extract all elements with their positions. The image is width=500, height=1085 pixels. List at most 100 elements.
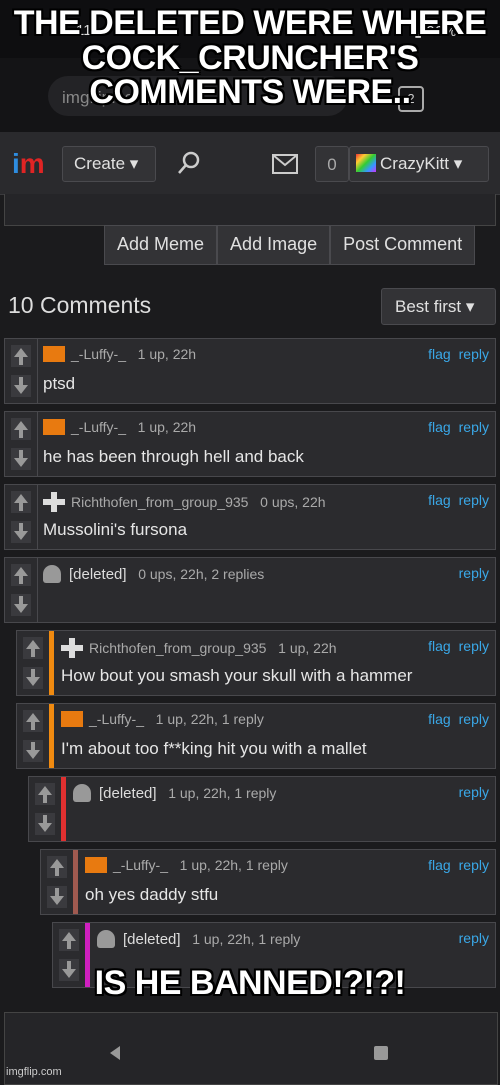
comment-links: flag reply bbox=[420, 711, 489, 727]
create-label: Create bbox=[74, 154, 126, 173]
downvote-icon[interactable] bbox=[11, 594, 31, 616]
comment-links: flag reply bbox=[420, 492, 489, 508]
add-image-button[interactable]: Add Image bbox=[217, 225, 331, 265]
comment-stats: 0 ups, 22h bbox=[260, 494, 326, 510]
comment-stats: 0 ups, 22h, 2 replies bbox=[138, 566, 265, 582]
comment-username[interactable]: _-Luffy-_ bbox=[89, 711, 144, 727]
comment-username: [deleted] bbox=[99, 785, 157, 802]
reply-link[interactable]: reply bbox=[459, 638, 489, 654]
comment-links: flag reply bbox=[420, 346, 489, 362]
vote-controls bbox=[17, 704, 50, 768]
flag-link[interactable]: flag bbox=[428, 419, 451, 435]
reply-link[interactable]: reply bbox=[459, 565, 489, 581]
comment-meta: [deleted] 0 ups, 22h, 2 replies bbox=[43, 565, 264, 583]
avatar[interactable] bbox=[43, 419, 65, 435]
avatar[interactable] bbox=[61, 711, 83, 727]
user-menu-button[interactable]: CrazyKitt ▾ bbox=[349, 146, 489, 182]
avatar[interactable] bbox=[43, 346, 65, 362]
comment-item: _-Luffy-_ 1 up, 22h, 1 reply flag reply I'm… bbox=[16, 703, 496, 769]
reply-link[interactable]: reply bbox=[459, 419, 489, 435]
comment-stats: 1 up, 22h bbox=[137, 419, 197, 435]
comment-text: I'm about too f**king hit you with a mal… bbox=[61, 739, 367, 758]
comment-meta: _-Luffy-_ 1 up, 22h bbox=[43, 419, 196, 435]
comment-text: oh yes daddy stfu bbox=[85, 885, 219, 904]
comment-links: reply bbox=[451, 930, 489, 946]
comment-actions: Add Meme Add Image Post Comment bbox=[104, 225, 496, 265]
reply-link[interactable]: reply bbox=[459, 711, 489, 727]
upvote-icon[interactable] bbox=[11, 418, 31, 440]
downvote-icon[interactable] bbox=[47, 886, 67, 908]
comment-textarea[interactable] bbox=[4, 194, 496, 226]
flag-link[interactable]: flag bbox=[428, 638, 451, 654]
flag-link[interactable]: flag bbox=[428, 857, 451, 873]
downvote-icon[interactable] bbox=[35, 813, 55, 835]
search-icon[interactable] bbox=[176, 150, 202, 176]
imgflip-watermark: imgflip.com bbox=[6, 1066, 62, 1078]
add-meme-button[interactable]: Add Meme bbox=[104, 225, 218, 265]
comment-item: Richthofen_from_group_935 1 up, 22h flag r… bbox=[16, 630, 496, 696]
comment-text: Mussolini's fursona bbox=[43, 520, 188, 539]
comment-meta: Richthofen_from_group_935 1 up, 22h bbox=[61, 638, 337, 658]
comment-text: ptsd bbox=[43, 374, 76, 393]
downvote-icon[interactable] bbox=[23, 667, 43, 689]
comment-item: _-Luffy-_ 1 up, 22h flag reply ptsd bbox=[4, 338, 496, 404]
comment-username[interactable]: _-Luffy-_ bbox=[71, 419, 126, 435]
post-comment-button[interactable]: Post Comment bbox=[330, 225, 476, 265]
sort-dropdown[interactable]: Best first ▾ bbox=[381, 288, 496, 325]
comment-meta: [deleted] 1 up, 22h, 1 reply bbox=[97, 930, 300, 948]
reply-link[interactable]: reply bbox=[459, 857, 489, 873]
comment-username[interactable]: _-Luffy-_ bbox=[71, 346, 126, 362]
vote-controls bbox=[5, 558, 38, 622]
vote-controls bbox=[29, 777, 62, 841]
vote-controls bbox=[17, 631, 50, 695]
comment-links: flag reply bbox=[420, 857, 489, 873]
downvote-icon[interactable] bbox=[11, 448, 31, 470]
downvote-icon[interactable] bbox=[11, 375, 31, 397]
flag-link[interactable]: flag bbox=[428, 711, 451, 727]
comment-text: he has been through hell and back bbox=[43, 447, 304, 466]
comment-item: [deleted] 1 up, 22h, 1 reply reply bbox=[28, 776, 496, 842]
imgflip-logo[interactable]: im bbox=[12, 148, 45, 180]
downvote-icon[interactable] bbox=[11, 521, 31, 543]
upvote-icon[interactable] bbox=[11, 345, 31, 367]
reply-link[interactable]: reply bbox=[459, 784, 489, 800]
upvote-icon[interactable] bbox=[47, 856, 67, 878]
sort-label: Best first bbox=[395, 297, 462, 316]
flag-link[interactable]: flag bbox=[428, 492, 451, 508]
user-avatar-icon bbox=[356, 154, 376, 172]
downvote-icon[interactable] bbox=[23, 740, 43, 762]
comment-stats: 1 up, 22h bbox=[278, 640, 337, 656]
reply-link[interactable]: reply bbox=[459, 492, 489, 508]
comment-links: reply bbox=[451, 784, 489, 800]
reply-link[interactable]: reply bbox=[459, 346, 489, 362]
bottom-panel bbox=[4, 1012, 498, 1085]
notification-count[interactable]: 0 bbox=[315, 146, 349, 182]
comment-item: [deleted] 0 ups, 22h, 2 replies reply bbox=[4, 557, 496, 623]
upvote-icon[interactable] bbox=[23, 710, 43, 732]
upvote-icon[interactable] bbox=[35, 783, 55, 805]
comment-username[interactable]: _-Luffy-_ bbox=[113, 857, 168, 873]
comment-username[interactable]: Richthofen_from_group_935 bbox=[71, 494, 248, 510]
upvote-icon[interactable] bbox=[23, 637, 43, 659]
logo-i: i bbox=[12, 148, 20, 179]
mail-icon[interactable] bbox=[272, 154, 298, 174]
flag-link[interactable]: flag bbox=[428, 346, 451, 362]
comment-meta: Richthofen_from_group_935 0 ups, 22h bbox=[43, 492, 326, 512]
avatar[interactable] bbox=[85, 857, 107, 873]
reply-link[interactable]: reply bbox=[459, 930, 489, 946]
create-button[interactable]: Create ▾ bbox=[62, 146, 156, 182]
comment-stats: 1 up, 22h, 1 reply bbox=[168, 785, 277, 801]
caret-down-icon: ▾ bbox=[129, 154, 139, 173]
avatar[interactable] bbox=[61, 638, 83, 658]
upvote-icon[interactable] bbox=[11, 491, 31, 513]
vote-controls bbox=[5, 339, 38, 403]
avatar[interactable] bbox=[43, 492, 65, 512]
comment-username[interactable]: Richthofen_from_group_935 bbox=[89, 640, 266, 656]
upvote-icon[interactable] bbox=[59, 929, 79, 951]
back-nav-icon[interactable] bbox=[110, 1046, 120, 1060]
username: CrazyKitt bbox=[380, 154, 449, 173]
upvote-icon[interactable] bbox=[11, 564, 31, 586]
comment-item: _-Luffy-_ 1 up, 22h flag reply he has been … bbox=[4, 411, 496, 477]
thread-indicator-bar bbox=[61, 777, 66, 841]
recents-nav-icon[interactable] bbox=[374, 1046, 388, 1060]
